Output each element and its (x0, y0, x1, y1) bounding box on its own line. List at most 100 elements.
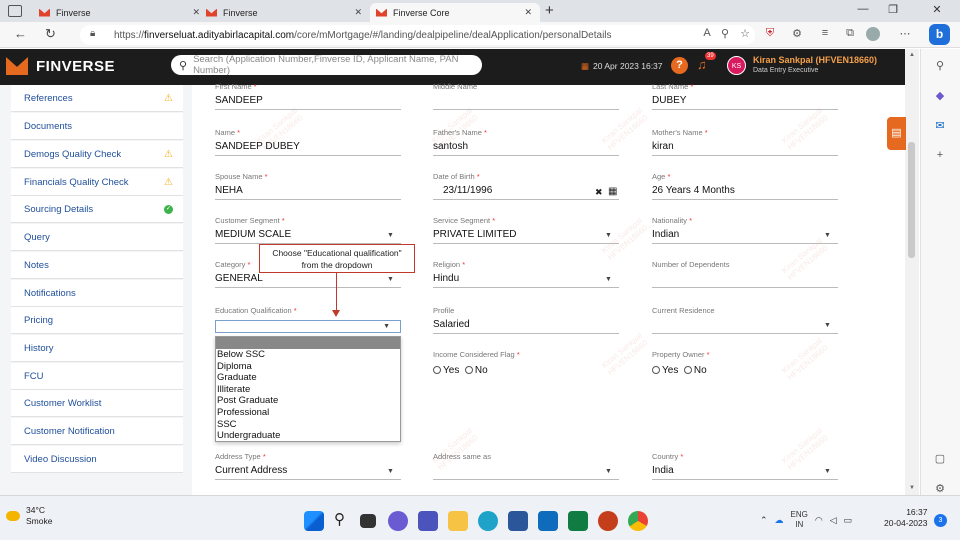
calendar-icon[interactable]: ▦ (608, 186, 617, 197)
sidebar-item-pricing[interactable]: Pricing (11, 307, 183, 334)
outlook-icon[interactable] (538, 511, 558, 531)
dropdown-option[interactable]: Illiterate (216, 384, 400, 396)
chevron-down-icon[interactable]: ▼ (387, 232, 394, 239)
close-window-button[interactable]: ✕ (922, 3, 952, 16)
tray-chevron-icon[interactable]: ⌃ (760, 515, 768, 526)
url-field[interactable]: 🔒︎ https://finverseluat.adityabirlacapita… (80, 25, 755, 45)
search-input[interactable]: ⚲ Search (Application Number,Finverse ID,… (171, 54, 482, 76)
clear-date-icon[interactable]: ✖ (595, 187, 603, 198)
sidebar-item-customer-worklist[interactable]: Customer Worklist (11, 390, 183, 417)
country-field[interactable]: India (652, 465, 674, 476)
property-owner-no[interactable]: No (683, 365, 707, 376)
dropdown-option[interactable]: Graduate (216, 372, 400, 384)
sidebar-item-financials-quality-check[interactable]: Financials Quality Check ⚠ (11, 169, 183, 196)
scrollbar-thumb[interactable] (908, 142, 915, 258)
new-tab-button[interactable]: + (545, 2, 554, 19)
education-qualification-select[interactable]: ▼ (215, 320, 401, 333)
refresh-icon[interactable]: ↻ (45, 26, 56, 42)
sidebar-item-notes[interactable]: Notes (11, 252, 183, 279)
chevron-down-icon[interactable]: ▼ (387, 276, 394, 283)
taskbar-search-icon[interactable]: ⚲ (334, 510, 345, 528)
profile-icon[interactable] (866, 27, 880, 41)
nationality-field[interactable]: Indian (652, 229, 679, 240)
sidebar-item-customer-notification[interactable]: Customer Notification (11, 418, 183, 445)
name-field[interactable]: SANDEEP DUBEY (215, 141, 300, 152)
sidebar-item-documents[interactable]: Documents (11, 113, 183, 140)
tab-actions-icon[interactable] (8, 5, 22, 17)
category-field[interactable]: GENERAL (215, 273, 263, 284)
more-menu-icon[interactable]: ⋯ (898, 27, 912, 41)
chevron-down-icon[interactable]: ▼ (605, 276, 612, 283)
education-dropdown-list[interactable]: Below SSC Diploma Graduate Illiterate Post G… (215, 336, 401, 442)
favorites-bar-icon[interactable]: ≡ (818, 27, 832, 41)
read-aloud-icon[interactable]: A (700, 27, 714, 41)
back-icon[interactable]: ← (14, 26, 27, 41)
volume-icon[interactable]: ◁ (830, 515, 837, 526)
restore-button[interactable]: ❐ (878, 3, 908, 16)
mother-name-field[interactable]: kiran (652, 141, 674, 152)
side-document-tab-icon[interactable]: ▤ (887, 117, 906, 150)
edge-shopping-icon[interactable]: ◆ (931, 89, 949, 102)
chevron-down-icon[interactable]: ▼ (605, 232, 612, 239)
language-indicator[interactable]: ENG IN (791, 510, 808, 530)
file-explorer-icon[interactable] (448, 511, 468, 531)
help-icon[interactable]: ? (671, 57, 688, 74)
spouse-name-field[interactable]: NEHA (215, 185, 243, 196)
dropdown-option[interactable]: Diploma (216, 361, 400, 373)
teams-icon[interactable] (418, 511, 438, 531)
shield-extension-icon[interactable]: ⛨ (763, 27, 777, 41)
dropdown-option[interactable]: Post Graduate (216, 395, 400, 407)
sidebar-item-history[interactable]: History (11, 335, 183, 362)
dropdown-option[interactable]: SSC (216, 419, 400, 431)
customer-segment-field[interactable]: MEDIUM SCALE (215, 229, 291, 240)
wifi-icon[interactable]: ◠ (815, 515, 823, 526)
edge-add-icon[interactable]: + (931, 149, 949, 161)
sidebar-item-query[interactable]: Query (11, 224, 183, 251)
minimize-button[interactable]: — (848, 3, 878, 15)
sidebar-item-demogs-quality-check[interactable]: Demogs Quality Check ⚠ (11, 141, 183, 168)
chevron-down-icon[interactable]: ▼ (824, 468, 831, 475)
sidebar-item-fcu[interactable]: FCU (11, 363, 183, 390)
clock[interactable]: 16:37 20-04-2023 (884, 507, 927, 529)
edge-outlook-icon[interactable]: ✉ (931, 119, 949, 132)
chevron-down-icon[interactable]: ▼ (824, 232, 831, 239)
browser-tab-1[interactable]: Finverse ✕ (33, 3, 208, 22)
dropdown-option[interactable]: Undergraduate (216, 430, 400, 442)
dropdown-option[interactable]: Professional (216, 407, 400, 419)
service-segment-field[interactable]: PRIVATE LIMITED (433, 229, 517, 240)
onedrive-icon[interactable]: ☁ (775, 515, 784, 526)
bing-copilot-icon[interactable]: b (929, 24, 950, 45)
avatar[interactable]: KS (727, 56, 746, 75)
last-name-field[interactable]: DUBEY (652, 95, 686, 106)
page-scrollbar[interactable] (905, 49, 919, 495)
dob-field[interactable]: 23/11/1996 (443, 185, 492, 196)
close-tab-icon[interactable]: ✕ (354, 7, 362, 18)
dropdown-option[interactable]: Below SSC (216, 349, 400, 361)
chevron-down-icon[interactable]: ▼ (824, 322, 831, 329)
notification-count[interactable]: 3 (934, 514, 947, 527)
edge-sidebar-toggle-icon[interactable]: ▢ (931, 452, 949, 465)
zoom-icon[interactable]: ⚲ (718, 27, 732, 41)
bell-icon[interactable]: ♫ (697, 57, 707, 72)
religion-field[interactable]: Hindu (433, 273, 459, 284)
chrome-icon[interactable] (628, 511, 648, 531)
dropdown-empty-option[interactable] (216, 337, 400, 349)
start-icon[interactable] (304, 511, 324, 531)
sidebar-item-notifications[interactable]: Notifications (11, 280, 183, 307)
task-view-icon[interactable] (360, 514, 376, 528)
father-name-field[interactable]: santosh (433, 141, 468, 152)
profile-field[interactable]: Salaried (433, 319, 470, 330)
income-flag-no[interactable]: No (464, 365, 488, 376)
favorite-icon[interactable]: ☆ (738, 27, 752, 41)
weather-widget[interactable]: 34°C Smoke (6, 505, 52, 527)
extensions-icon[interactable]: ⚙ (790, 27, 804, 41)
sidebar-item-video-discussion[interactable]: Video Discussion (11, 446, 183, 473)
sidebar-item-references[interactable]: References ⚠ (11, 85, 183, 112)
browser-tab-3[interactable]: Finverse Core ✕ (370, 3, 540, 22)
chevron-down-icon[interactable]: ▼ (387, 468, 394, 475)
edge-search-icon[interactable]: ⚲ (931, 59, 949, 72)
close-tab-icon[interactable]: ✕ (524, 7, 532, 18)
address-type-field[interactable]: Current Address (215, 465, 287, 476)
user-name[interactable]: Kiran Sankpal (HFVEN18660) (753, 55, 877, 65)
close-tab-icon[interactable]: ✕ (192, 7, 200, 18)
